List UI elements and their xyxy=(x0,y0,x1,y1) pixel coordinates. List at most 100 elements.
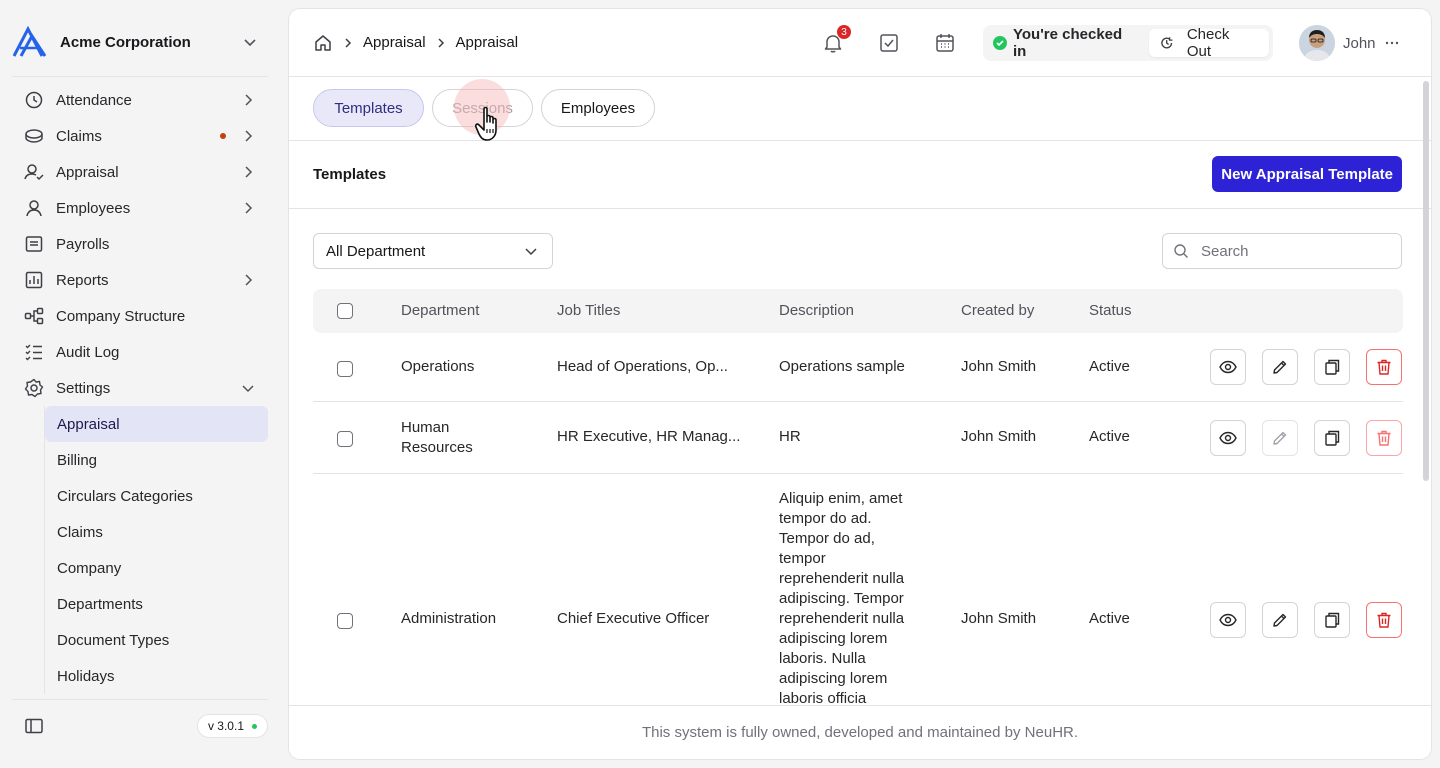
sidebar-item-attendance[interactable]: Attendance xyxy=(12,82,268,118)
company-switcher[interactable]: Acme Corporation xyxy=(12,24,268,60)
settings-item-appraisal[interactable]: Appraisal xyxy=(45,406,268,442)
view-button[interactable] xyxy=(1210,602,1246,638)
sidebar-item-label: Company Structure xyxy=(56,307,186,325)
company-name: Acme Corporation xyxy=(60,33,191,51)
row-checkbox[interactable] xyxy=(337,613,353,629)
duplicate-button[interactable] xyxy=(1314,349,1350,385)
chevron-right-icon xyxy=(345,37,352,48)
main-panel: Appraisal Appraisal 3 You're checked in xyxy=(288,8,1432,760)
company-logo xyxy=(12,26,47,57)
search-icon xyxy=(1174,244,1188,258)
duplicate-button[interactable] xyxy=(1314,420,1350,456)
sidebar-item-company-structure[interactable]: Company Structure xyxy=(12,298,268,334)
settings-item-departments[interactable]: Departments xyxy=(45,586,268,622)
sidebar-item-label: Attendance xyxy=(56,91,132,109)
chevron-right-icon xyxy=(438,37,444,48)
sidebar-item-appraisal[interactable]: Appraisal xyxy=(12,154,268,190)
version-badge: v 3.0.1 xyxy=(196,714,268,738)
chevron-right-icon xyxy=(245,202,253,214)
delete-button[interactable] xyxy=(1366,349,1402,385)
notifications-button[interactable]: 3 xyxy=(821,25,851,55)
sidebar-footer: v 3.0.1 xyxy=(12,708,268,744)
department-filter[interactable]: All Department xyxy=(313,233,553,269)
table-row: Operations Head of Operations, Op... Ope… xyxy=(313,333,1403,402)
copy-icon xyxy=(1325,430,1340,446)
table-header: Department Job Titles Description Create… xyxy=(313,289,1403,333)
job-titles-cell: Chief Executive Officer xyxy=(557,610,710,627)
search-input[interactable] xyxy=(1201,242,1391,260)
tab-employees[interactable]: Employees xyxy=(541,89,655,127)
sidebar-item-label: Audit Log xyxy=(56,343,120,361)
sidebar-item-employees[interactable]: Employees xyxy=(12,190,268,226)
top-icons: 3 xyxy=(821,25,989,55)
settings-item-circulars-categories[interactable]: Circulars Categories xyxy=(45,478,268,514)
department-cell: Human Resources xyxy=(401,419,473,456)
search-box xyxy=(1162,233,1402,269)
settings-item-billing[interactable]: Billing xyxy=(45,442,268,478)
scrollbar[interactable] xyxy=(1423,81,1429,481)
checkbox-icon xyxy=(880,34,898,52)
eye-icon xyxy=(1219,431,1237,445)
breadcrumb-current: Appraisal xyxy=(455,34,519,51)
receipt-icon xyxy=(25,236,43,252)
column-header: Job Titles xyxy=(557,302,621,319)
view-button[interactable] xyxy=(1210,420,1246,456)
sidebar-toggle-icon[interactable] xyxy=(24,716,44,736)
chart-icon xyxy=(25,271,43,289)
settings-item-holidays[interactable]: Holidays xyxy=(45,658,268,694)
section-title: Templates xyxy=(313,166,387,183)
avatar xyxy=(1299,25,1335,61)
delete-button[interactable] xyxy=(1366,420,1402,456)
sidebar-item-payrolls[interactable]: Payrolls xyxy=(12,226,268,262)
row-checkbox[interactable] xyxy=(337,431,353,447)
edit-button[interactable] xyxy=(1262,420,1298,456)
sidebar-item-claims[interactable]: Claims xyxy=(12,118,268,154)
chevron-right-icon xyxy=(245,274,253,286)
calendar-button[interactable] xyxy=(933,31,957,55)
row-actions xyxy=(1210,349,1402,385)
breadcrumb-link[interactable]: Appraisal xyxy=(363,34,426,51)
user-menu[interactable]: John xyxy=(1299,25,1400,61)
check-out-button[interactable]: Check Out xyxy=(1149,26,1269,60)
tasks-button[interactable] xyxy=(877,31,901,55)
column-header: Status xyxy=(1089,302,1132,319)
sidebar-item-label: Claims xyxy=(56,127,102,145)
select-all-checkbox[interactable] xyxy=(337,303,353,319)
settings-item-document-types[interactable]: Document Types xyxy=(45,622,268,658)
department-cell: Administration xyxy=(401,610,497,627)
settings-item-claims[interactable]: Claims xyxy=(45,514,268,550)
view-button[interactable] xyxy=(1210,349,1246,385)
chevron-down-icon[interactable] xyxy=(240,32,260,52)
trash-icon xyxy=(1377,359,1391,375)
eye-icon xyxy=(1219,613,1237,627)
trash-icon xyxy=(1377,612,1391,628)
eye-icon xyxy=(1219,360,1237,374)
calendar-icon xyxy=(936,34,954,52)
user-name: John xyxy=(1343,34,1376,52)
column-header: Description xyxy=(779,302,855,319)
edit-button[interactable] xyxy=(1262,602,1298,638)
row-checkbox[interactable] xyxy=(337,361,353,377)
home-icon[interactable] xyxy=(313,33,333,53)
checkout-icon xyxy=(1161,37,1173,49)
list-check-icon xyxy=(25,344,42,361)
pencil-icon xyxy=(1273,613,1287,627)
created-by-cell: John Smith xyxy=(961,428,1037,445)
settings-item-company[interactable]: Company xyxy=(45,550,268,586)
delete-button[interactable] xyxy=(1366,602,1402,638)
duplicate-button[interactable] xyxy=(1314,602,1350,638)
row-actions xyxy=(1210,602,1402,638)
edit-button[interactable] xyxy=(1262,349,1298,385)
check-out-label: Check Out xyxy=(1186,26,1230,60)
sidebar-item-settings[interactable]: Settings xyxy=(12,370,268,406)
job-titles-cell: Head of Operations, Op... xyxy=(557,358,728,375)
top-bar: Appraisal Appraisal 3 You're checked in xyxy=(289,9,1431,77)
status-cell: Active xyxy=(1089,610,1130,627)
sidebar-item-audit-log[interactable]: Audit Log xyxy=(12,334,268,370)
more-horizontal-icon[interactable] xyxy=(1384,35,1400,51)
sidebar-item-reports[interactable]: Reports xyxy=(12,262,268,298)
tab-templates[interactable]: Templates xyxy=(313,89,424,127)
divider xyxy=(12,76,268,77)
chevron-down-icon xyxy=(525,248,537,256)
new-appraisal-template-button[interactable]: New Appraisal Template xyxy=(1212,156,1402,192)
